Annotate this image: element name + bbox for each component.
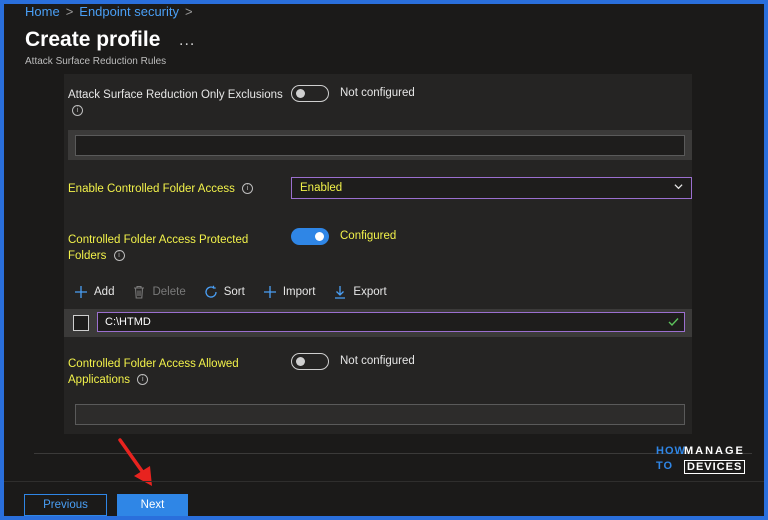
asr-exclusions-label-text: Attack Surface Reduction Only Exclusions — [68, 89, 283, 101]
folder-toolbar: Add Delete Sort Import Export — [74, 285, 387, 299]
protected-folders-label-line1: Controlled Folder Access Protected — [68, 234, 249, 246]
info-icon[interactable]: i — [113, 250, 125, 262]
logo-to: TO — [656, 460, 674, 472]
red-arrow-annotation — [118, 438, 152, 486]
row-checkbox[interactable] — [73, 315, 89, 331]
folder-path-input[interactable]: C:\HTMD — [97, 312, 685, 332]
allowed-apps-label-line2: Applications — [68, 374, 131, 386]
page-subtitle: Attack Surface Reduction Rules — [25, 56, 167, 67]
info-icon[interactable]: i — [137, 374, 149, 386]
add-label: Add — [94, 286, 115, 298]
breadcrumb: Home > Endpoint security > — [25, 4, 193, 19]
logo-manage: MANAGE — [684, 445, 745, 457]
sort-button[interactable]: Sort — [204, 285, 245, 299]
allowed-apps-toggle[interactable] — [291, 353, 329, 370]
allowed-apps-label: Controlled Folder Access Allowed Applica… — [68, 356, 239, 388]
cfa-label: Enable Controlled Folder Access i — [68, 181, 254, 197]
allowed-apps-toggle-state: Not configured — [340, 355, 415, 367]
asr-exclusions-toggle[interactable] — [291, 85, 329, 102]
trash-icon — [134, 285, 145, 299]
delete-button[interactable]: Delete — [132, 285, 186, 299]
cfa-label-text: Enable Controlled Folder Access — [68, 183, 235, 195]
sort-label: Sort — [223, 286, 245, 298]
toggle-knob — [296, 357, 305, 366]
download-icon — [335, 286, 346, 299]
protected-folders-label-line2: Folders — [68, 250, 107, 262]
footer-divider — [4, 481, 764, 482]
allowed-apps-input[interactable] — [75, 404, 685, 425]
toggle-knob — [296, 89, 305, 98]
delete-label: Delete — [152, 286, 186, 298]
plus-icon — [75, 286, 87, 298]
asr-exclusions-label: Attack Surface Reduction Only Exclusions… — [68, 87, 283, 119]
breadcrumb-separator: > — [65, 4, 74, 19]
cfa-dropdown[interactable]: Enabled — [291, 177, 692, 199]
logo-how: HOW — [656, 445, 686, 457]
asr-exclusions-toggle-state: Not configured — [340, 87, 415, 99]
export-button[interactable]: Export — [333, 285, 387, 299]
checkmark-icon — [668, 318, 679, 327]
logo: HOW TO MANAGE DEVICES — [656, 445, 752, 475]
asr-exclusions-input[interactable] — [75, 135, 685, 156]
allowed-apps-label-line1: Controlled Folder Access Allowed — [68, 358, 239, 370]
protected-folders-toggle-state: Configured — [340, 230, 397, 242]
more-options-button[interactable]: ... — [179, 32, 195, 50]
next-button[interactable]: Next — [117, 494, 188, 516]
plus-icon — [263, 286, 276, 298]
breadcrumb-separator: > — [185, 4, 193, 19]
protected-folders-label: Controlled Folder Access Protected Folde… — [68, 232, 248, 264]
breadcrumb-home[interactable]: Home — [25, 4, 60, 19]
protected-folders-toggle[interactable] — [291, 228, 329, 245]
app-frame: Home > Endpoint security > Create profil… — [4, 4, 764, 516]
cfa-dropdown-value: Enabled — [300, 182, 343, 194]
folder-path-value: C:\HTMD — [105, 316, 151, 328]
add-button[interactable]: Add — [74, 285, 114, 299]
info-icon[interactable]: i — [72, 105, 83, 117]
logo-devices: DEVICES — [684, 460, 746, 474]
import-button[interactable]: Import — [263, 285, 316, 299]
previous-button[interactable]: Previous — [24, 494, 107, 516]
breadcrumb-endpoint-security[interactable]: Endpoint security — [79, 4, 179, 19]
chevron-down-icon — [674, 184, 683, 190]
info-icon[interactable]: i — [242, 183, 254, 195]
refresh-icon — [205, 285, 217, 298]
export-label: Export — [353, 286, 387, 298]
toggle-knob — [315, 232, 324, 241]
page-title: Create profile — [25, 28, 161, 51]
import-label: Import — [282, 286, 316, 298]
